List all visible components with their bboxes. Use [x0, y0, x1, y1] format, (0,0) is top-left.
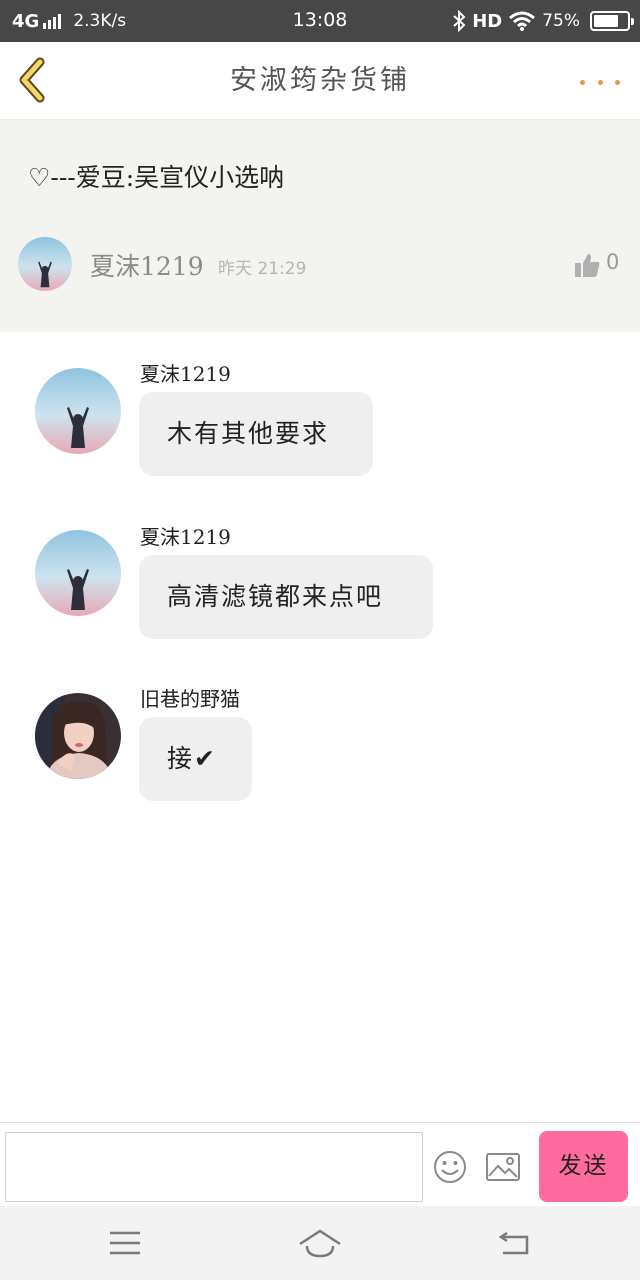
silhouette-avatar [18, 237, 72, 291]
battery-percent: 75% [542, 11, 580, 31]
smiley-icon [434, 1151, 466, 1183]
emoji-button[interactable] [432, 1149, 468, 1185]
home-button[interactable] [298, 1226, 342, 1260]
message-input[interactable] [5, 1132, 423, 1202]
home-icon [299, 1229, 341, 1258]
girl-portrait-avatar [35, 693, 121, 779]
send-button[interactable]: 发送 [539, 1131, 628, 1202]
battery-icon [590, 11, 634, 31]
message-author: 夏沫1219 [140, 525, 231, 549]
image-button[interactable] [485, 1151, 521, 1183]
message-author: 旧巷的野猫 [140, 687, 240, 711]
silhouette-avatar [35, 530, 121, 616]
more-button[interactable] [580, 72, 620, 92]
post-time: 昨天 21:29 [218, 259, 307, 279]
menu-button[interactable] [107, 1226, 143, 1260]
avatar[interactable] [18, 237, 72, 291]
silhouette-avatar [35, 368, 121, 454]
return-icon [498, 1231, 529, 1255]
status-right: HD 75% [452, 9, 634, 33]
system-nav-bar [0, 1206, 640, 1280]
message-bubble: 高清滤镜都来点吧 [139, 555, 433, 639]
bluetooth-icon [453, 10, 466, 32]
avatar[interactable] [35, 368, 121, 454]
like-count: 0 [606, 250, 620, 274]
app-header: 安淑筠杂货铺 [0, 42, 640, 120]
more-dots-icon [580, 79, 585, 85]
wifi-icon [509, 11, 536, 31]
hd-indicator: HD [472, 10, 503, 32]
message-author: 夏沫1219 [140, 362, 231, 386]
menu-icon [110, 1231, 140, 1255]
page-title: 安淑筠杂货铺 [230, 65, 410, 96]
return-button[interactable] [497, 1226, 533, 1260]
status-bar: 4G 2.3K/s 13:08 HD 75% [0, 0, 640, 42]
message-bubble: 木有其他要求 [139, 392, 373, 476]
post-card: ♡---爱豆:吴宣仪小选呐 夏沫1219 昨天 21:29 0 [0, 120, 640, 332]
image-icon [486, 1153, 520, 1181]
post-author: 夏沫1219 [90, 252, 204, 281]
avatar[interactable] [35, 530, 121, 616]
avatar[interactable] [35, 693, 121, 779]
like-button[interactable] [572, 250, 602, 280]
message-bubble: 接✔ [139, 717, 252, 801]
input-bar: 发送 [0, 1122, 640, 1206]
post-title: ♡---爱豆:吴宣仪小选呐 [28, 163, 285, 192]
thumbs-up-icon [575, 254, 600, 277]
